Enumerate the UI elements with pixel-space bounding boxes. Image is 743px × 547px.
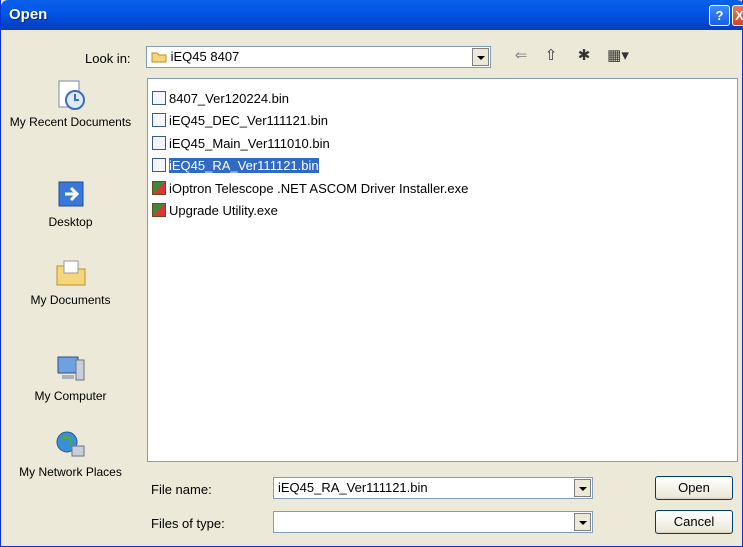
place-label: My Recent Documents — [9, 115, 132, 129]
place-label: My Computer — [34, 389, 107, 403]
file-name-input[interactable]: iEQ45_RA_Ver111121.bin — [273, 477, 593, 499]
file-name: iEQ45_RA_Ver111121.bin — [169, 158, 319, 173]
recent-documents-icon — [58, 80, 85, 110]
place-label: My Network Places — [19, 465, 122, 479]
look-in-value: iEQ45 8407 — [170, 49, 240, 64]
file-name: iOptron Telescope .NET ASCOM Driver Inst… — [169, 181, 469, 196]
application-exe-icon — [152, 203, 166, 217]
back-icon[interactable]: ⇐ — [511, 46, 531, 66]
files-of-type-dropdown-arrow[interactable] — [574, 513, 591, 531]
bin-file-icon — [152, 113, 166, 127]
file-item-8407-ver120224[interactable]: 8407_Ver120224.bin — [152, 90, 289, 108]
files-of-type-dropdown[interactable] — [273, 511, 593, 533]
up-folder-icon[interactable]: ⇧ — [541, 46, 561, 66]
place-desktop[interactable]: Desktop — [7, 178, 134, 229]
help-button[interactable]: ? — [709, 5, 730, 26]
views-menu-icon[interactable]: ▦▾ — [601, 46, 635, 66]
look-in-dropdown[interactable]: iEQ45 8407 — [146, 46, 491, 68]
place-label: Desktop — [48, 215, 93, 229]
installer-exe-icon — [152, 181, 166, 195]
file-name: iEQ45_Main_Ver111010.bin — [169, 136, 330, 151]
file-item-upgrade-utility[interactable]: Upgrade Utility.exe — [152, 202, 278, 220]
my-computer-icon — [57, 356, 84, 381]
file-name-value: iEQ45_RA_Ver111121.bin — [278, 480, 428, 495]
file-item-ascom-driver-installer[interactable]: iOptron Telescope .NET ASCOM Driver Inst… — [152, 180, 468, 198]
place-my-recent-documents[interactable]: My Recent Documents — [7, 78, 134, 129]
file-name-label: File name: — [151, 482, 212, 497]
bin-file-icon — [152, 91, 166, 105]
place-label: My Documents — [30, 293, 111, 307]
file-name: 8407_Ver120224.bin — [169, 91, 290, 106]
place-my-network-places[interactable]: My Network Places — [7, 428, 134, 479]
places-bar: My Recent Documents Desktop My Documents… — [7, 78, 134, 533]
file-list[interactable]: 8407_Ver120224.bin iEQ45_DEC_Ver111121.b… — [147, 78, 738, 462]
cancel-button[interactable]: Cancel — [655, 510, 733, 534]
place-my-documents[interactable]: My Documents — [7, 256, 134, 307]
network-places-icon — [56, 431, 84, 457]
file-name: Upgrade Utility.exe — [169, 203, 278, 218]
folder-icon — [151, 52, 167, 63]
place-my-computer[interactable]: My Computer — [7, 352, 134, 403]
open-button[interactable]: Open — [655, 476, 733, 500]
file-item-ieq45-dec[interactable]: iEQ45_DEC_Ver111121.bin — [152, 112, 328, 130]
file-item-ieq45-main[interactable]: iEQ45_Main_Ver111010.bin — [152, 135, 330, 153]
look-in-dropdown-arrow[interactable] — [472, 48, 489, 66]
look-in-label: Look in: — [85, 51, 131, 66]
file-item-ieq45-ra[interactable]: iEQ45_RA_Ver111121.bin — [152, 157, 319, 175]
bin-file-icon — [152, 158, 166, 172]
window-title: Open — [9, 6, 48, 23]
bin-file-icon — [152, 136, 166, 150]
file-name-dropdown-arrow[interactable] — [574, 479, 591, 497]
desktop-icon — [58, 181, 83, 207]
my-documents-icon — [56, 260, 85, 286]
file-name: iEQ45_DEC_Ver111121.bin — [169, 113, 328, 128]
new-folder-icon[interactable]: ✱ — [573, 46, 595, 66]
files-of-type-label: Files of type: — [151, 516, 225, 531]
title-bar[interactable]: Open ? X — [1, 0, 743, 30]
close-button[interactable]: X — [732, 5, 743, 26]
open-dialog: Open ? X Look in: iEQ45 8407 ⇐ ⇧ ✱ ▦▾ My… — [0, 0, 743, 547]
